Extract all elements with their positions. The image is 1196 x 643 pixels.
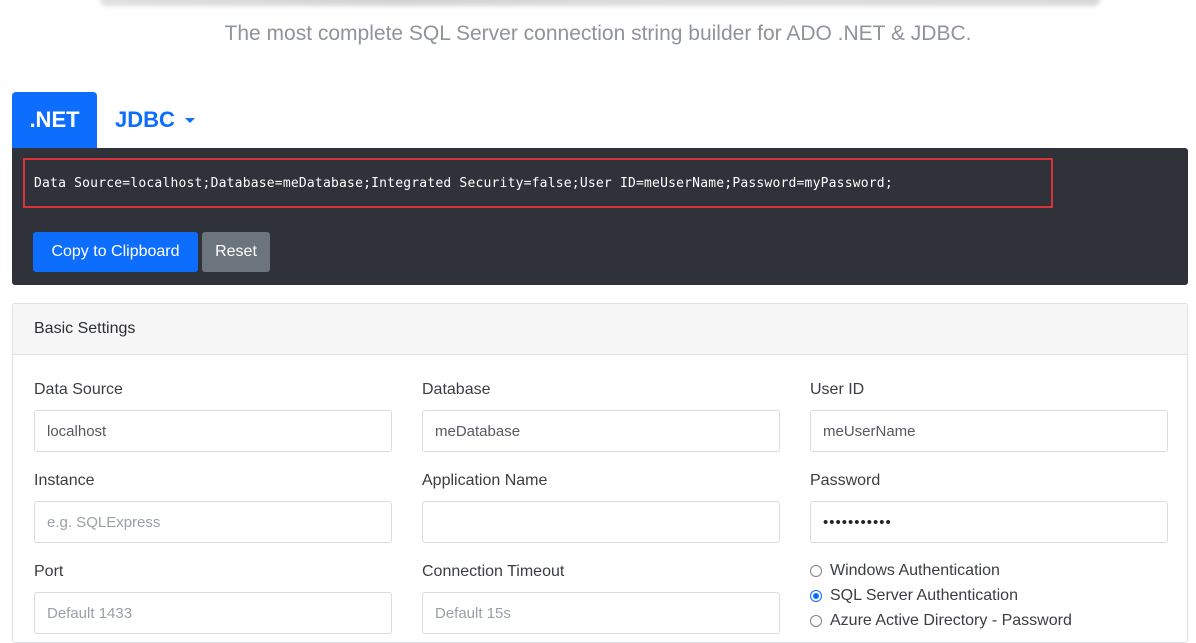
basic-settings-card: Basic Settings Data Source Database User… — [12, 303, 1188, 643]
auth-option-label: SQL Server Authentication — [830, 587, 1018, 604]
data-source-input[interactable] — [34, 410, 392, 452]
tab-jdbc-label: JDBC — [115, 107, 175, 132]
radio-windows-auth[interactable] — [810, 565, 822, 577]
password-input[interactable] — [810, 501, 1168, 543]
tab-dotnet[interactable]: .NET — [12, 92, 97, 148]
connection-string-panel: Data Source=localhost;Database=meDatabas… — [12, 148, 1188, 285]
cropped-page-title — [100, 0, 1100, 6]
auth-option-azure-ad-password[interactable]: Azure Active Directory - Password — [810, 612, 1072, 630]
platform-tabs: .NET JDBC — [12, 92, 195, 148]
database-input[interactable] — [422, 410, 780, 452]
tab-jdbc[interactable]: JDBC — [97, 92, 195, 148]
connection-string-box[interactable]: Data Source=localhost;Database=meDatabas… — [23, 158, 1053, 208]
connection-string: Data Source=localhost;Database=meDatabas… — [34, 175, 893, 191]
application-name-label: Application Name — [422, 472, 548, 489]
auth-option-sql-server[interactable]: SQL Server Authentication — [810, 587, 1018, 605]
connection-timeout-label: Connection Timeout — [422, 563, 565, 580]
application-name-input[interactable] — [422, 501, 780, 543]
radio-azure-ad-password[interactable] — [810, 615, 822, 627]
page-subtitle: The most complete SQL Server connection … — [224, 22, 972, 45]
database-label: Database — [422, 381, 491, 398]
instance-input[interactable] — [34, 501, 392, 543]
auth-option-windows[interactable]: Windows Authentication — [810, 562, 1000, 580]
card-header: Basic Settings — [13, 304, 1187, 355]
auth-option-label: Windows Authentication — [830, 562, 1000, 579]
port-label: Port — [34, 563, 64, 580]
data-source-label: Data Source — [34, 381, 123, 398]
caret-down-icon — [184, 117, 195, 123]
copy-to-clipboard-button[interactable]: Copy to Clipboard — [33, 232, 198, 272]
reset-button[interactable]: Reset — [202, 232, 270, 272]
password-label: Password — [810, 472, 881, 489]
user-id-input[interactable] — [810, 410, 1168, 452]
radio-sql-server-auth[interactable] — [810, 590, 822, 602]
instance-label: Instance — [34, 472, 95, 489]
user-id-label: User ID — [810, 381, 865, 398]
auth-option-label: Azure Active Directory - Password — [830, 612, 1072, 629]
